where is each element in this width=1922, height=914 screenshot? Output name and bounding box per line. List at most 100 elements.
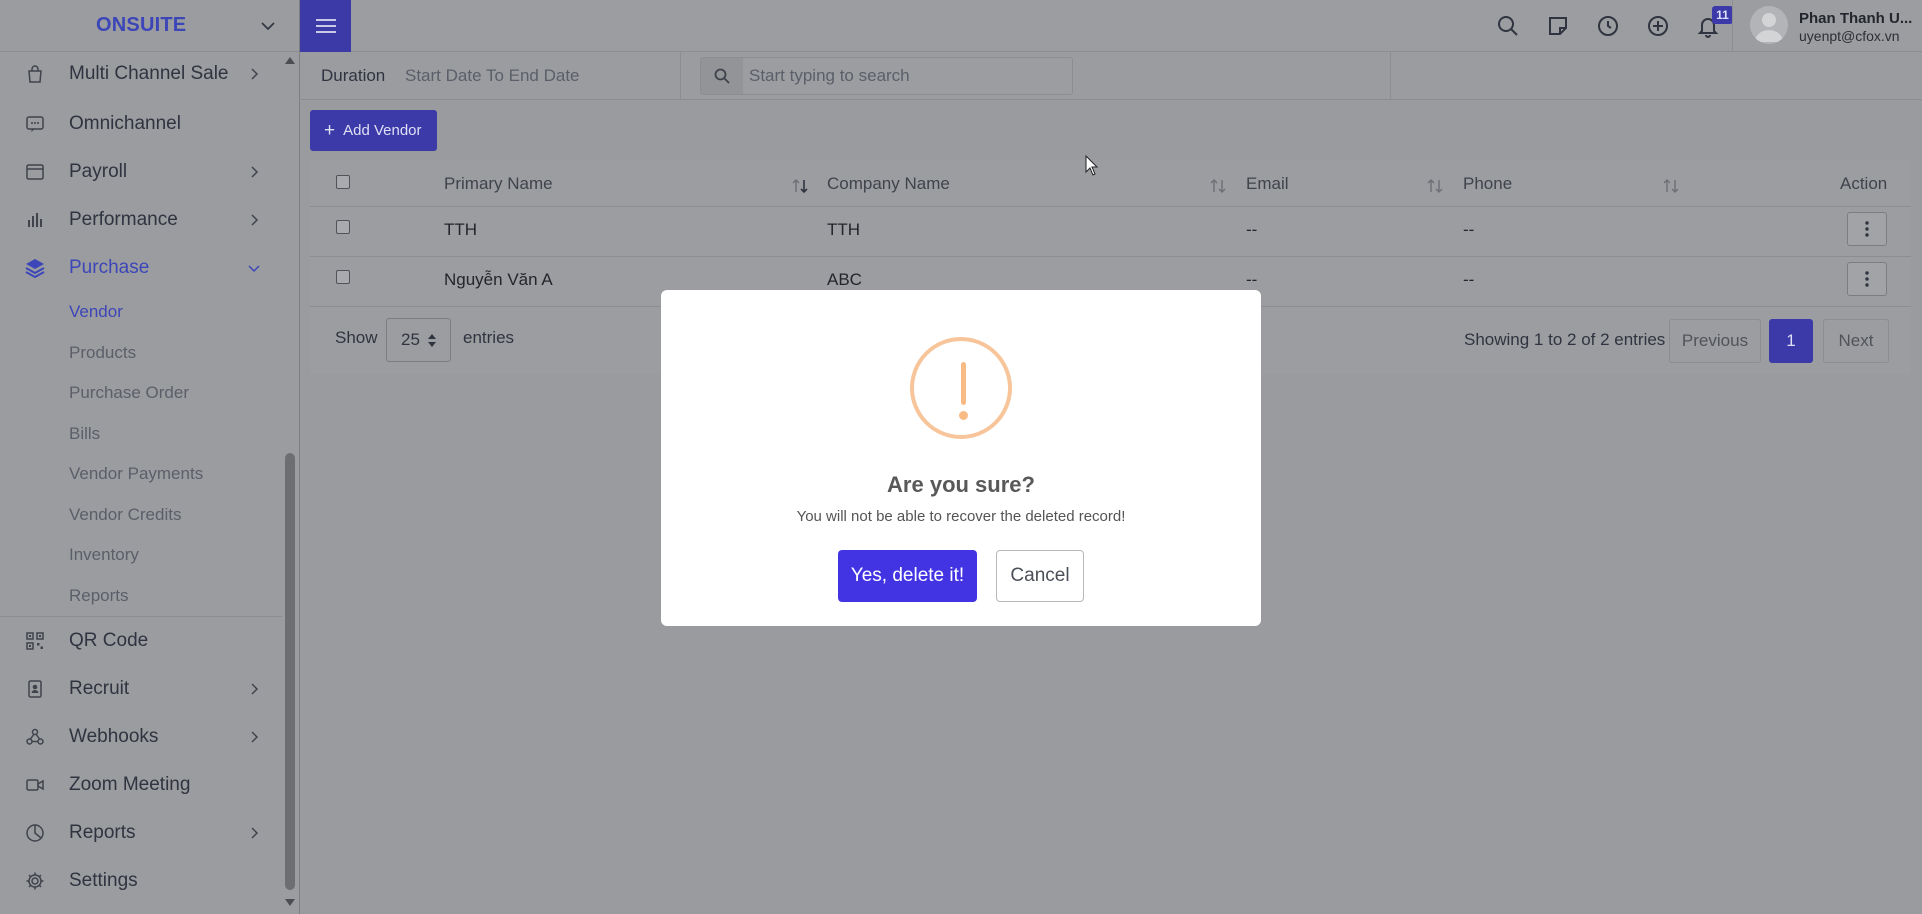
cell-phone: -- [1463, 220, 1475, 239]
sidebar-item-reports[interactable]: Reports [0, 809, 282, 857]
sidebar-subitem-bills[interactable]: Bills [0, 414, 282, 455]
confirm-delete-dialog: Are you sure? You will not be able to re… [661, 290, 1261, 626]
cell-phone: -- [1463, 270, 1475, 289]
purchase-submenu: Vendor Products Purchase Order Bills Ven… [0, 292, 282, 616]
gear-icon [24, 870, 46, 892]
select-caret-icon [428, 334, 436, 347]
sidebar-item-label: Purchase [69, 257, 150, 278]
sidebar-scrollbar-thumb[interactable] [285, 453, 295, 890]
chevron-right-icon [251, 827, 259, 839]
sidebar-item-webhooks[interactable]: Webhooks [0, 713, 282, 761]
sidebar-item-qr-code[interactable]: QR Code [0, 617, 282, 665]
cell-primary-name[interactable]: Nguyễn Văn A [444, 270, 553, 290]
add-vendor-button[interactable]: + Add Vendor [310, 110, 437, 151]
page-1-button[interactable]: 1 [1769, 319, 1813, 363]
scroll-up-arrow-icon[interactable] [284, 55, 296, 65]
id-badge-icon [24, 678, 46, 700]
previous-page-button[interactable]: Previous [1669, 319, 1761, 363]
sidebar-item-payroll[interactable]: Payroll [0, 148, 282, 196]
avatar[interactable] [1750, 6, 1788, 44]
sort-desc-icon[interactable] [791, 177, 809, 195]
search-box [700, 57, 1073, 95]
sidebar-subitem-vendor-payments[interactable]: Vendor Payments [0, 454, 282, 495]
sort-icon[interactable] [1209, 177, 1227, 195]
chevron-down-icon[interactable] [260, 18, 276, 34]
sidebar-item-label: Recruit [69, 678, 130, 699]
column-header-email[interactable]: Email [1246, 174, 1289, 194]
sort-icon[interactable] [1662, 177, 1680, 195]
column-header-company-name[interactable]: Company Name [827, 174, 950, 194]
sidebar-item-purchase[interactable]: Purchase [0, 244, 282, 292]
scroll-down-arrow-icon[interactable] [284, 898, 296, 908]
user-silhouette-icon [1755, 13, 1783, 42]
warning-icon [910, 337, 1012, 439]
topbar-divider [1732, 0, 1733, 52]
notification-badge: 11 [1712, 6, 1733, 24]
column-header-phone[interactable]: Phone [1463, 174, 1512, 194]
sidebar-subitem-reports[interactable]: Reports [0, 576, 282, 617]
page-size-select[interactable]: 25 [386, 318, 451, 362]
next-page-button[interactable]: Next [1823, 319, 1889, 363]
chevron-right-icon [251, 68, 259, 80]
column-header-action: Action [1840, 174, 1888, 193]
row-action-button[interactable] [1847, 262, 1887, 296]
cell-primary-name[interactable]: TTH [444, 220, 477, 240]
row-divider [310, 206, 1911, 207]
filter-divider [680, 52, 681, 100]
sidebar-item-zoom-meeting[interactable]: Zoom Meeting [0, 761, 282, 809]
filter-divider [1390, 52, 1391, 100]
sidebar-item-settings[interactable]: Settings [0, 857, 282, 905]
webhook-icon [24, 726, 46, 748]
cell-company-name: ABC [827, 270, 862, 289]
row-checkbox[interactable] [336, 220, 350, 234]
sidebar-item-label: Zoom Meeting [69, 774, 191, 795]
shopping-bag-icon [24, 63, 46, 85]
sidebar-subitem-vendor-credits[interactable]: Vendor Credits [0, 495, 282, 536]
more-vertical-icon [1865, 271, 1869, 287]
search-icon[interactable] [1496, 14, 1520, 38]
qr-code-icon [24, 630, 46, 652]
entries-label: entries [463, 328, 515, 347]
menu-toggle-button[interactable] [300, 0, 351, 52]
select-all-checkbox[interactable] [336, 175, 350, 189]
confirm-delete-button[interactable]: Yes, delete it! [838, 550, 977, 602]
sidebar-item-label: Performance [69, 209, 178, 230]
row-divider [310, 256, 1911, 257]
cell-email: -- [1246, 220, 1258, 239]
cell-company-name: TTH [827, 220, 861, 239]
row-checkbox[interactable] [336, 270, 350, 284]
sidebar-item-multi-channel-sale[interactable]: Multi Channel Sale [0, 50, 282, 98]
sidebar-item-recruit[interactable]: Recruit [0, 665, 282, 713]
sidebar-item-omnichannel[interactable]: Omnichannel [0, 100, 282, 148]
sidebar-subitem-purchase-order[interactable]: Purchase Order [0, 373, 282, 414]
user-email: uyenpt@cfox.vn [1799, 28, 1900, 44]
sidebar-subitem-inventory[interactable]: Inventory [0, 535, 282, 576]
date-range-input[interactable]: Start Date To End Date [405, 66, 580, 86]
search-input[interactable] [749, 58, 1069, 94]
sidebar-subitem-vendor[interactable]: Vendor [0, 292, 282, 333]
duration-label: Duration [321, 66, 386, 85]
chevron-down-icon [248, 265, 260, 273]
brand-logo-text: ONSUITE [96, 14, 187, 36]
sticky-note-icon[interactable] [1546, 14, 1570, 38]
chevron-right-icon [251, 683, 259, 695]
filter-bar: Duration Start Date To End Date [301, 52, 1922, 100]
page-size-value: 25 [401, 330, 420, 349]
show-label: Show [335, 328, 378, 347]
clock-icon[interactable] [1596, 14, 1620, 38]
dialog-message: You will not be able to recover the dele… [796, 508, 1126, 525]
layers-icon [24, 257, 46, 279]
cancel-button[interactable]: Cancel [996, 550, 1084, 602]
table-info: Showing 1 to 2 of 2 entries [1464, 330, 1666, 349]
sidebar-item-label: Omnichannel [69, 113, 181, 134]
row-action-button[interactable] [1847, 212, 1887, 246]
column-header-primary-name[interactable]: Primary Name [444, 174, 553, 194]
brand-header[interactable]: ONSUITE [0, 0, 299, 52]
user-name[interactable]: Phan Thanh U... [1799, 10, 1912, 27]
pie-chart-icon [24, 822, 46, 844]
sort-icon[interactable] [1426, 177, 1444, 195]
plus-circle-icon[interactable] [1646, 14, 1670, 38]
sidebar-subitem-products[interactable]: Products [0, 333, 282, 374]
sidebar-item-performance[interactable]: Performance [0, 196, 282, 244]
dialog-title: Are you sure? [887, 472, 1035, 497]
